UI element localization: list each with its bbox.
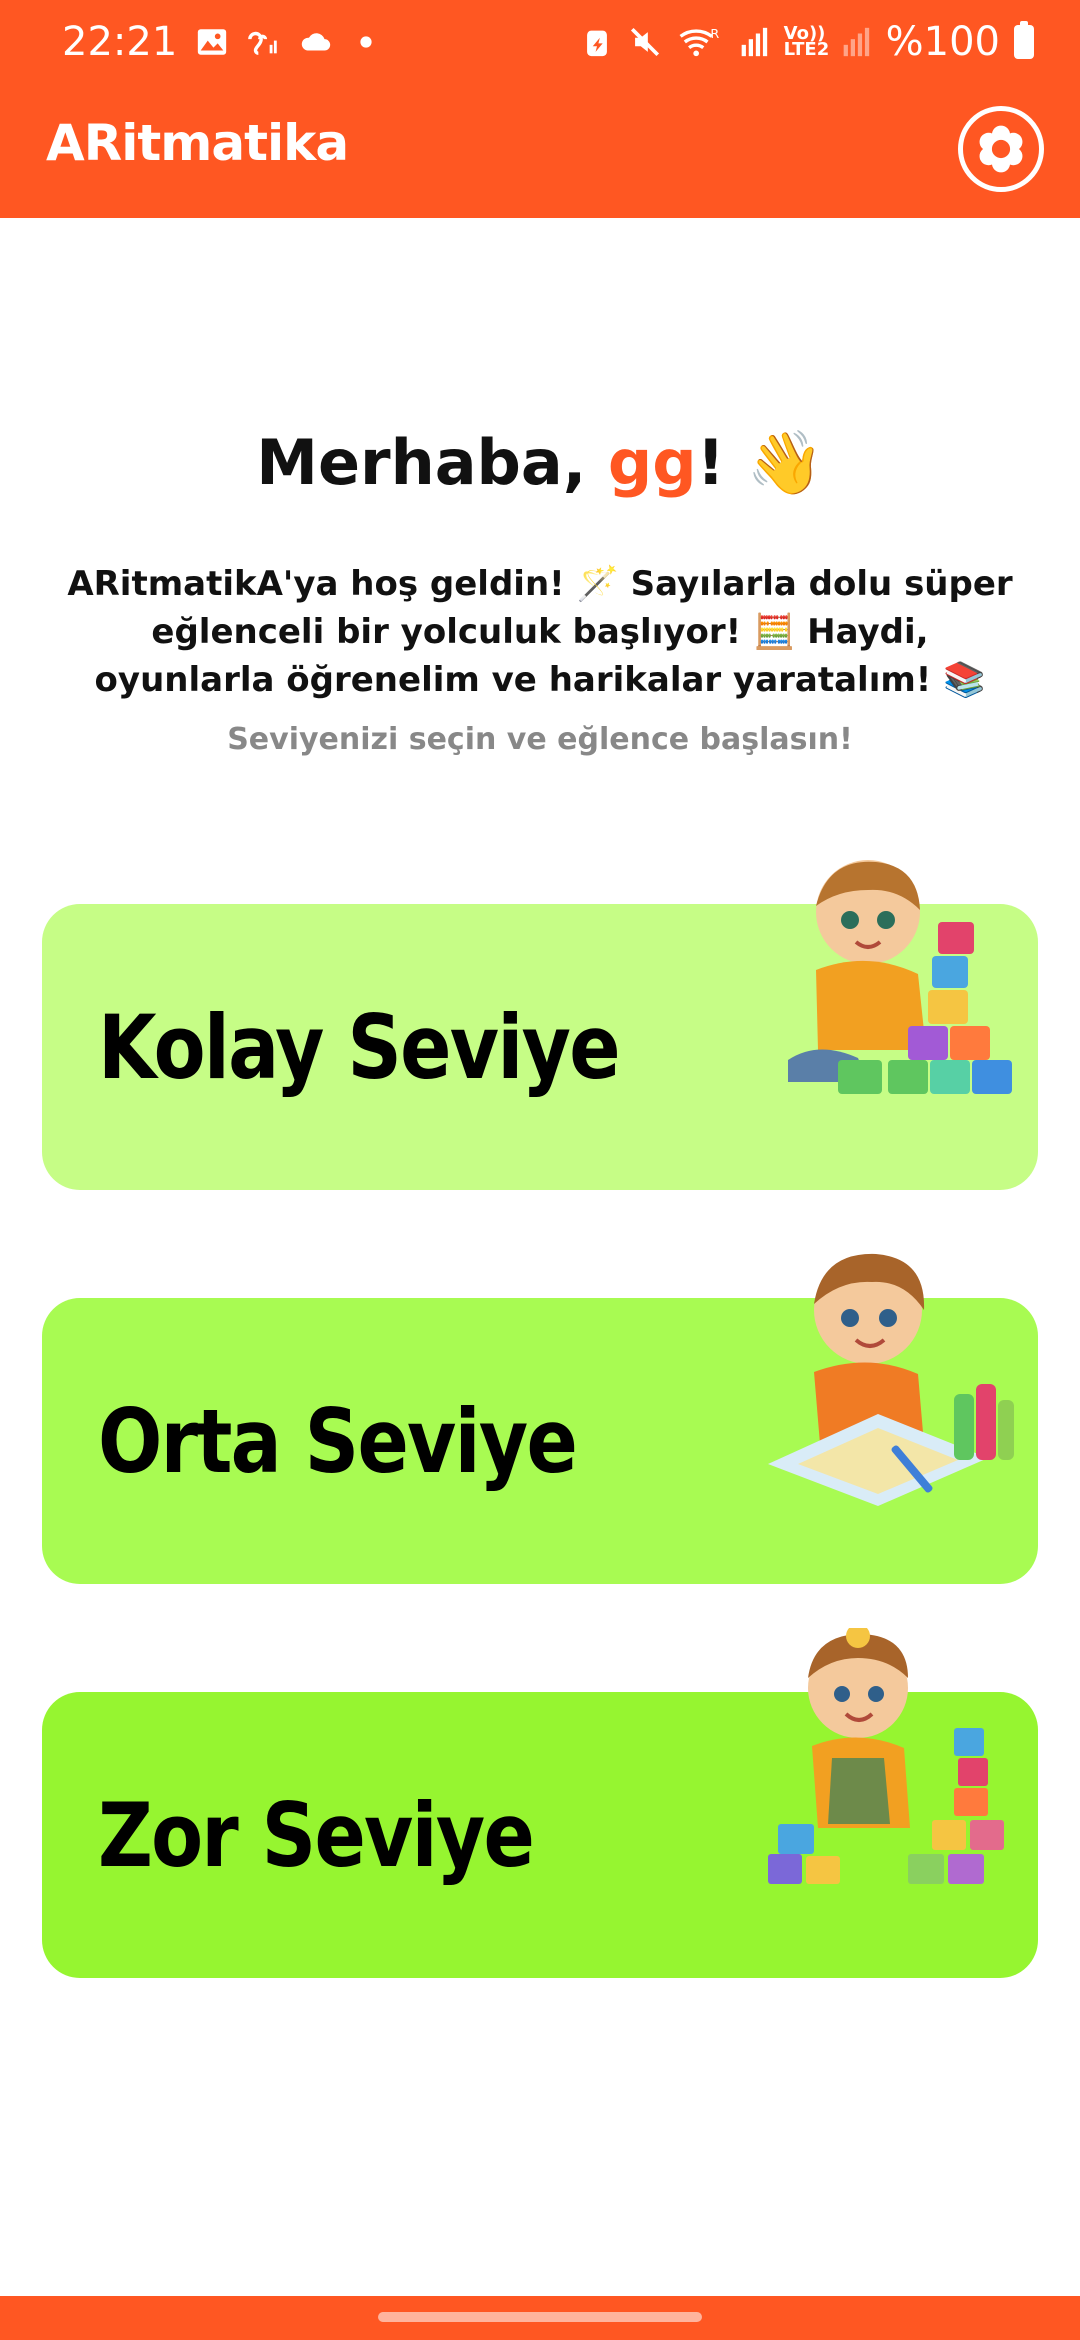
app-title: ARitmatika: [46, 114, 349, 172]
settings-button[interactable]: [958, 106, 1044, 192]
easy-level-button[interactable]: Kolay Seviye: [42, 860, 1038, 1190]
user-name: gg: [607, 426, 697, 499]
home-indicator[interactable]: [378, 2312, 702, 2322]
navigation-bar: [0, 2296, 1080, 2340]
status-bar: 22:21 R Vo)) LTE2 %100: [0, 0, 1080, 84]
medium-level-button[interactable]: Orta Seviye: [42, 1253, 1038, 1584]
level-prompt: Seviyenizi seçin ve eğlence başlasın!: [227, 722, 853, 757]
battery-icon: [1014, 21, 1034, 59]
child-stacking-blocks-image: [788, 860, 1012, 1094]
battery-percentage: %100: [885, 19, 1000, 65]
settings-flower-icon: [979, 125, 1023, 173]
hard-level-label: Zor Seviye: [98, 1784, 535, 1887]
status-bar-right: R Vo)) LTE2 %100: [580, 14, 1034, 70]
hearing-icon: [248, 31, 278, 56]
image-icon: [198, 29, 227, 55]
hard-level-button[interactable]: Zor Seviye: [42, 1628, 1038, 1978]
child-with-blocks-image: [768, 1628, 1004, 1884]
greeting-suffix: ! 👋: [696, 426, 824, 499]
greeting-heading: Merhaba, gg! 👋: [0, 426, 1080, 500]
signal-icon: [741, 27, 767, 57]
volte-indicator: Vo)) LTE2: [783, 23, 830, 60]
svg-text:R: R: [710, 27, 719, 42]
welcome-message: ARitmatikA'ya hoş geldin! 🪄 Sayılarla do…: [67, 564, 1013, 700]
signal-weak-icon: [843, 27, 869, 57]
app-bar: ARitmatika: [0, 84, 1080, 218]
mute-icon: [630, 27, 659, 57]
child-drawing-image: [768, 1253, 1014, 1506]
greeting-prefix: Merhaba,: [256, 426, 608, 499]
status-bar-left: 22:21: [62, 14, 373, 70]
cloud-icon: [302, 33, 331, 51]
wifi-icon: R: [679, 27, 719, 57]
dot-icon: [360, 36, 372, 48]
medium-level-label: Orta Seviye: [98, 1390, 578, 1493]
battery-saver-icon: [586, 30, 607, 57]
easy-level-label: Kolay Seviye: [98, 996, 621, 1099]
status-time: 22:21: [62, 19, 178, 65]
